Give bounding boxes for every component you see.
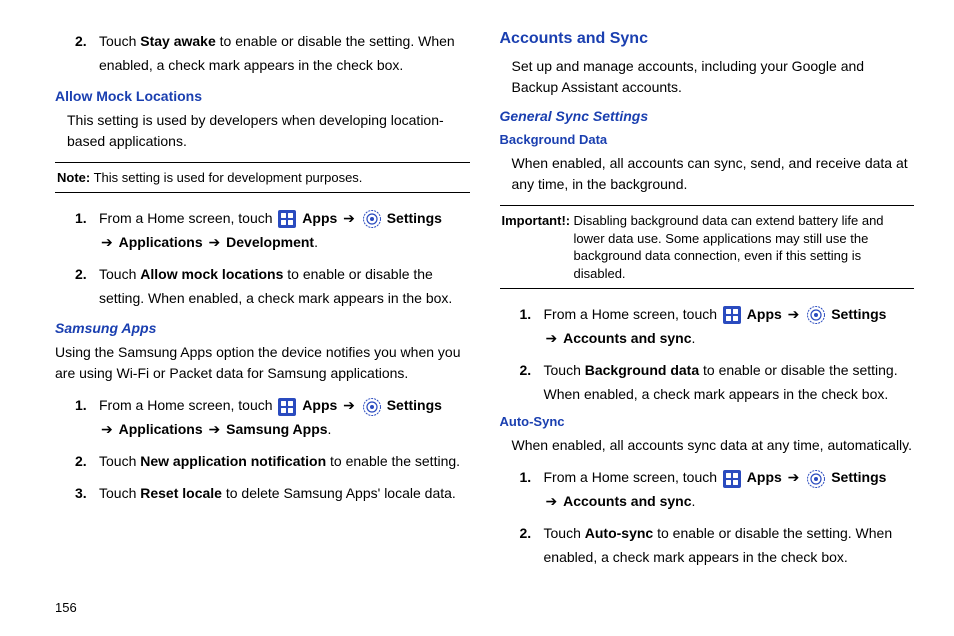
apps-icon (278, 398, 296, 416)
settings-icon (807, 470, 825, 488)
apps-icon (723, 306, 741, 324)
samsung-step-3: 3. Touch Reset locale to delete Samsung … (75, 482, 470, 506)
bg-step-2: 2. Touch Background data to enable or di… (520, 359, 915, 407)
para-samsung-apps: Using the Samsung Apps option the device… (55, 342, 470, 384)
page-number: 156 (55, 600, 77, 615)
heading-auto-sync: Auto-Sync (500, 414, 915, 429)
para-allow-mock: This setting is used by developers when … (67, 110, 470, 152)
note-box: Note: This setting is used for developme… (55, 162, 470, 194)
samsung-step-2: 2. Touch New application notification to… (75, 450, 470, 474)
para-background-data: When enabled, all accounts can sync, sen… (512, 153, 915, 195)
right-column: Accounts and Sync Set up and manage acco… (500, 30, 915, 578)
settings-icon (363, 210, 381, 228)
autosync-step-1: 1. From a Home screen, touch Apps ➔ Sett… (520, 466, 915, 514)
settings-icon (807, 306, 825, 324)
heading-general-sync: General Sync Settings (500, 108, 915, 124)
step-stay-awake: 2. Touch Stay awake to enable or disable… (75, 30, 470, 78)
autosync-step-2: 2. Touch Auto-sync to enable or disable … (520, 522, 915, 570)
important-label: Important!: (502, 212, 574, 282)
heading-allow-mock: Allow Mock Locations (55, 88, 470, 104)
settings-icon (363, 398, 381, 416)
heading-samsung-apps: Samsung Apps (55, 320, 470, 336)
para-auto-sync: When enabled, all accounts sync data at … (512, 435, 915, 456)
apps-icon (723, 470, 741, 488)
important-box: Important!: Disabling background data ca… (500, 205, 915, 289)
heading-background-data: Background Data (500, 132, 915, 147)
note-label: Note: (57, 170, 90, 185)
mock-step-1: 1. From a Home screen, touch Apps ➔ Sett… (75, 207, 470, 255)
left-column: 2. Touch Stay awake to enable or disable… (55, 30, 470, 578)
apps-icon (278, 210, 296, 228)
heading-accounts-sync: Accounts and Sync (500, 30, 915, 48)
bg-step-1: 1. From a Home screen, touch Apps ➔ Sett… (520, 303, 915, 351)
mock-step-2: 2. Touch Allow mock locations to enable … (75, 263, 470, 311)
para-accounts-sync: Set up and manage accounts, including yo… (512, 56, 915, 98)
samsung-step-1: 1. From a Home screen, touch Apps ➔ Sett… (75, 394, 470, 442)
